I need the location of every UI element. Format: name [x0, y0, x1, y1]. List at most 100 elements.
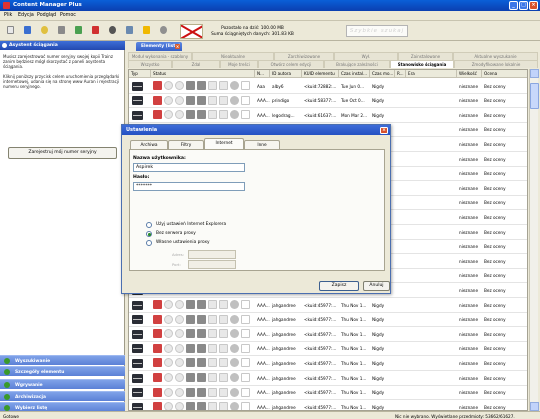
col-status[interactable]: Status [151, 70, 255, 78]
quick-search-input[interactable]: Szybkie szukaj [346, 25, 408, 37]
scroll-up-button[interactable] [530, 69, 539, 78]
col-rating[interactable]: Ocena [482, 70, 527, 78]
tools-button[interactable] [56, 23, 67, 37]
tools-icon [197, 358, 206, 368]
close-window-button[interactable]: × [529, 1, 538, 10]
menu-edit[interactable]: Edycja [18, 13, 34, 18]
subtab-templates[interactable]: Moduł wykonania - szablony [128, 52, 192, 60]
save-button[interactable] [22, 23, 33, 37]
tools-icon [186, 387, 195, 397]
col-r[interactable]: R... [395, 70, 406, 78]
subtab-download-station[interactable]: Stanowisko ściągania [390, 60, 454, 68]
table-row[interactable]: AAA... jahgandree <kuid:45977:... Thu Nov 1… [129, 313, 527, 328]
trash-button[interactable] [73, 23, 84, 37]
menu-view[interactable]: Podgląd [37, 13, 56, 18]
tools-icon [197, 95, 206, 105]
page-icon [208, 387, 217, 397]
table-row[interactable]: AAA... jahgandree <kuid:45977:... Thu Nov 1… [129, 342, 527, 357]
table-row[interactable]: AAA... jahgandree <kuid:45977:... Thu Nov 1… [129, 298, 527, 313]
subtab-current-search[interactable]: Aktualne wyszukanie [453, 52, 538, 60]
proxy-custom-radio[interactable] [146, 240, 152, 246]
subtab-outdated[interactable]: Nieaktualne [192, 52, 274, 60]
scroll-down-button[interactable] [530, 402, 539, 411]
table-row[interactable]: AAA... jahgandree <kuid:45977:... Thu Nov 1… [129, 356, 527, 371]
disc-button[interactable] [107, 23, 118, 37]
minimize-button[interactable]: _ [509, 1, 518, 10]
table-row[interactable]: AAA... jahgandree <kuid:45977:... Thu Nov 1… [129, 386, 527, 401]
download-icon [153, 358, 162, 368]
cell-size: nieznane [459, 98, 479, 104]
section-upload[interactable]: Wgrywanie [0, 379, 125, 389]
col-era[interactable]: Era [406, 70, 457, 78]
col-kuid[interactable]: KUID elementu [302, 70, 339, 78]
cell-rating: Bez oceny [484, 302, 506, 308]
new-button[interactable] [5, 23, 16, 37]
subtab-disabled[interactable]: Wył. [334, 52, 398, 60]
section-item-details[interactable]: Szczegóły elementu [0, 366, 125, 376]
table-row[interactable]: AAA... jahgandree <kuid:45977:... Thu Nov 1… [129, 400, 527, 410]
help-button[interactable] [141, 23, 152, 37]
expand-icon [4, 394, 10, 400]
tab-items-list[interactable]: Elementy (lista) × [136, 42, 182, 51]
menu-file[interactable]: Plik [4, 13, 12, 18]
cell-rating: Bez oceny [484, 317, 506, 323]
cell-rating: Bez oceny [484, 156, 506, 162]
col-name[interactable]: N... [255, 70, 270, 78]
scroll-thumb[interactable] [530, 83, 539, 109]
proxy-address-input[interactable] [188, 250, 236, 259]
cell-modified: Nigdy [372, 346, 385, 352]
subtab-installed[interactable]: Zainstalowane [398, 52, 453, 60]
table-row[interactable]: AAA... jahgandree <kuid:45977:... Thu Nov 1… [129, 371, 527, 386]
cell-rating: Bez oceny [484, 244, 506, 250]
menu-help[interactable]: Pomoc [60, 13, 76, 18]
status-bar: Gotowe Nic nie wybrano. Wyświetlane prze… [0, 411, 540, 419]
dialog-close-button[interactable]: × [380, 126, 388, 134]
subtab-open-for-edit[interactable]: Otwórz celem edycji [258, 60, 324, 68]
table-row[interactable]: AAA... prindigo <kuid:58377:... Tue Oct 0..… [129, 94, 527, 109]
close-tab-icon[interactable]: × [175, 43, 180, 49]
subtab-remote[interactable]: Zdal [172, 60, 220, 68]
section-archive[interactable]: Archiwizacja [0, 391, 125, 401]
maximize-button[interactable]: □ [519, 1, 528, 10]
subtab-locally-modified[interactable]: Zmodyfikowane lokalnie [454, 60, 538, 68]
dialog-tab-internet[interactable]: Internet [204, 138, 244, 149]
download-assistant-header[interactable]: Asystent ściągania [0, 41, 125, 50]
col-install-time[interactable]: Czas instal... [339, 70, 370, 78]
cell-installed: Thu Nov 1... [341, 317, 367, 323]
star-button[interactable] [39, 23, 50, 37]
print-button[interactable] [124, 23, 135, 37]
dialog-tab-filters[interactable]: Filtry [168, 140, 204, 149]
register-serial-button[interactable]: Zarejestruj mój numer seryjny [8, 147, 117, 159]
cancel-settings-button[interactable]: Anuluj [363, 281, 390, 291]
table-row[interactable]: Aaa alby6 <kuid:72882:... Tue Jun 0... Nigdy… [129, 79, 527, 94]
dialog-tab-other[interactable]: Inne [244, 140, 280, 149]
settings-button[interactable] [158, 23, 169, 37]
storage-info: Pozostało na dziś: 100.00 MB Suma ściągn… [205, 26, 300, 38]
col-size[interactable]: Wielkość [457, 70, 482, 78]
col-modified-time[interactable]: Czas mo... [370, 70, 395, 78]
subtab-all[interactable]: Wszystko [128, 60, 172, 68]
dialog-tab-archives[interactable]: Archiwa [130, 140, 168, 149]
proxy-custom-label: Własne ustawienia proxy [156, 240, 210, 245]
col-type[interactable]: Typ [129, 70, 151, 78]
col-author[interactable]: ID autora [270, 70, 302, 78]
vertical-scrollbar[interactable] [529, 69, 539, 411]
table-row[interactable]: AAA... jahgandree <kuid:45977:... Thu Nov 1… [129, 327, 527, 342]
subtab-missing-deps[interactable]: Brakujące zależności [324, 60, 390, 68]
table-row[interactable]: AAA... legodrag... <kuid:61637:... Mon Mar … [129, 108, 527, 123]
subtab-archived[interactable]: Zarchiwizowane [274, 52, 334, 60]
save-settings-button[interactable]: Zapisz [319, 281, 359, 291]
subtab-my-content[interactable]: Moje treści [220, 60, 258, 68]
section-search[interactable]: Wyszukiwanie [0, 355, 125, 365]
proxy-none-radio[interactable] [146, 231, 152, 237]
delete-button[interactable] [90, 23, 101, 37]
cell-installed: Thu Nov 1... [341, 346, 367, 352]
proxy-port-input[interactable] [188, 260, 236, 269]
proxy-ie-radio[interactable] [146, 222, 152, 228]
cell-rating: Bez oceny [484, 214, 506, 220]
internet-tab-panel: Nazwa użytkownika: Aspirek Hasło: ******… [129, 149, 385, 271]
blank-icon [241, 387, 250, 397]
password-input[interactable]: ******* [133, 182, 245, 191]
status-icon [164, 402, 173, 410]
username-input[interactable]: Aspirek [133, 163, 245, 172]
